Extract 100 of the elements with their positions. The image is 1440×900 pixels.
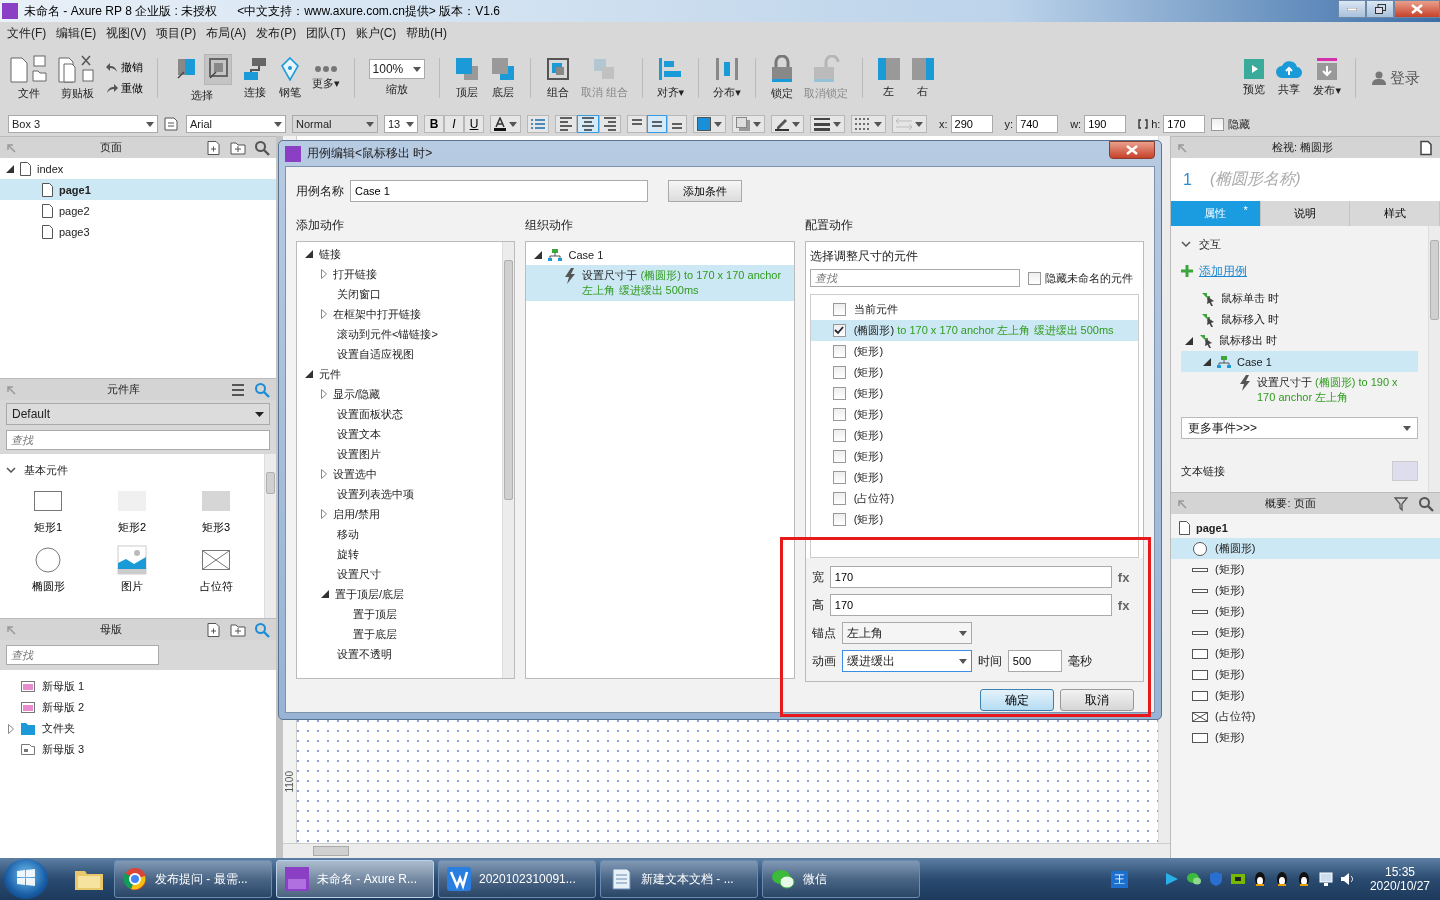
outline-item[interactable]: (椭圆形) — [1171, 538, 1440, 559]
dropdown-arrow-icon[interactable] — [406, 121, 414, 127]
dropdown-arrow-icon[interactable] — [714, 121, 722, 127]
menu-item[interactable]: 文件(F) — [2, 24, 52, 42]
expanded-arrow-icon[interactable] — [1185, 336, 1193, 345]
search-field[interactable]: 查找 — [6, 430, 270, 450]
tree-item[interactable]: 启用/禁用 — [297, 504, 503, 524]
outline-item[interactable]: (矩形) — [1171, 622, 1440, 643]
checkbox[interactable] — [1027, 271, 1041, 285]
taskbar-item[interactable]: 微信 — [762, 860, 920, 898]
close-button[interactable] — [1109, 141, 1155, 159]
widget-item[interactable]: 矩形2 — [90, 486, 174, 535]
expanded-arrow-icon[interactable] — [1203, 357, 1211, 366]
menu-item[interactable]: 帮助(H) — [401, 24, 452, 42]
widget-list-item[interactable]: (矩形) — [810, 362, 1138, 383]
tree-item[interactable]: 链接 — [297, 244, 503, 264]
outline-item[interactable]: (矩形) — [1171, 664, 1440, 685]
page-item[interactable]: page1 — [0, 179, 276, 200]
dropdown-arrow-icon[interactable] — [753, 121, 761, 127]
event-item[interactable]: 鼠标移入 时 — [1181, 309, 1418, 330]
tree-item[interactable]: 旋转 — [297, 544, 503, 564]
expanded-arrow-icon[interactable] — [534, 250, 543, 259]
checkbox[interactable] — [832, 366, 846, 379]
play-icon[interactable] — [1163, 871, 1180, 887]
tree-item[interactable]: 置于顶层/底层 — [297, 584, 503, 604]
checkbox[interactable] — [832, 387, 846, 400]
master-item[interactable]: 文件夹 — [0, 718, 276, 739]
outline-item[interactable]: (矩形) — [1171, 643, 1440, 664]
search-icon[interactable] — [1418, 495, 1434, 512]
tree-item[interactable]: 设置文本 — [297, 424, 503, 444]
lock-button[interactable]: 锁定 — [765, 53, 798, 103]
menu-item[interactable]: 视图(V) — [101, 24, 152, 42]
shadow-button[interactable] — [732, 115, 765, 133]
outline-item[interactable]: (矩形) — [1171, 601, 1440, 622]
section-header[interactable]: 交互 — [1181, 232, 1418, 256]
selection-mode-button[interactable] — [204, 53, 232, 85]
font-style-dropdown[interactable]: Normal — [292, 115, 378, 133]
style-editor-icon[interactable] — [164, 117, 180, 131]
add-folder-icon[interactable] — [230, 621, 246, 638]
widget-list-item[interactable]: (矩形) — [810, 404, 1138, 425]
tree-item[interactable]: 移动 — [297, 524, 503, 544]
font-dropdown[interactable]: Arial — [186, 115, 286, 133]
scrollbar-thumb[interactable] — [313, 846, 349, 856]
connect-button[interactable]: 连接 — [238, 54, 272, 102]
align-button[interactable]: 对齐▾ — [652, 54, 689, 102]
redo-button[interactable]: 重做 — [106, 81, 143, 96]
vertical-align-top-button[interactable] — [627, 115, 647, 133]
checkbox[interactable] — [832, 408, 846, 421]
master-item[interactable]: 新母版 2 — [0, 697, 276, 718]
widget-list-item[interactable]: (矩形) — [810, 383, 1138, 404]
outline-item[interactable]: (矩形) — [1171, 580, 1440, 601]
checkbox[interactable] — [832, 345, 846, 358]
vertical-align-bottom-button[interactable] — [667, 115, 687, 133]
taskbar-item[interactable]: 未命名 - Axure R... — [276, 860, 434, 898]
tree-item[interactable]: 设置尺寸 — [297, 564, 503, 584]
expanded-arrow-icon[interactable] — [305, 370, 313, 378]
login-button[interactable]: 登录 — [1366, 68, 1434, 88]
taskbar-item[interactable]: 新建文本文档 - ... — [600, 860, 758, 898]
geometry-field[interactable]: 190 — [1084, 115, 1127, 133]
widget-item[interactable]: 椭圆形 — [6, 545, 90, 594]
search-icon[interactable] — [254, 139, 270, 156]
menu-item[interactable]: 编辑(E) — [51, 24, 102, 42]
input-method-indicator[interactable]: 王 — [1110, 870, 1128, 888]
page-item[interactable]: index — [0, 158, 276, 179]
dropdown-arrow-icon[interactable] — [366, 121, 374, 127]
case-item[interactable]: Case 1 — [1181, 351, 1418, 372]
geometry-field[interactable]: 290 — [950, 115, 993, 133]
dropdown-arrow-icon[interactable] — [412, 66, 421, 72]
function-button[interactable]: fx — [1117, 597, 1130, 613]
action-item[interactable]: 设置尺寸于 (椭圆形) to 170 x 170 anchor 左上角 缓进缓出 500ms — [526, 265, 794, 301]
left-button[interactable]: 左 — [872, 55, 905, 101]
widget-item[interactable]: 矩形3 — [174, 486, 258, 535]
checkbox[interactable] — [1211, 117, 1225, 131]
line-weight-button[interactable] — [810, 115, 845, 133]
tree-item[interactable]: 滚动到元件<锚链接> — [297, 324, 503, 344]
widget-list-item[interactable]: (矩形) — [810, 425, 1138, 446]
widget-list-item[interactable]: (矩形) — [810, 446, 1138, 467]
widget-item[interactable]: 占位符 — [174, 545, 258, 594]
section-header[interactable]: 基本元件 — [6, 458, 258, 482]
search-field[interactable]: 查找 — [6, 645, 159, 665]
expanded-arrow-icon[interactable] — [305, 250, 313, 258]
align-right-button[interactable] — [599, 115, 621, 133]
volume-icon[interactable] — [1339, 871, 1356, 887]
align-left-button[interactable] — [555, 115, 577, 133]
tree-item[interactable]: 设置面板状态 — [297, 404, 503, 424]
clipboard-button[interactable]: 剪贴板 — [54, 53, 100, 103]
page-item[interactable]: page3 — [0, 221, 276, 242]
underline-button[interactable]: U — [464, 115, 484, 133]
tree-item[interactable]: 置于底层 — [297, 624, 503, 644]
front-button[interactable]: 顶层 — [449, 54, 484, 102]
tree-item[interactable]: 设置不透明 — [297, 644, 503, 664]
time-field[interactable]: 500 — [1007, 650, 1062, 672]
scrollbar-thumb[interactable] — [266, 472, 275, 494]
share-button[interactable]: 共享 — [1271, 57, 1308, 99]
close-button[interactable] — [1394, 0, 1440, 18]
value-field[interactable]: 170 — [829, 566, 1112, 588]
geometry-field[interactable]: 740 — [1016, 115, 1059, 133]
taskbar-item[interactable]: 2020102310091... — [438, 860, 596, 898]
tree-item[interactable]: 关闭窗口 — [297, 284, 503, 304]
undo-button[interactable]: 撤销 — [106, 60, 143, 75]
